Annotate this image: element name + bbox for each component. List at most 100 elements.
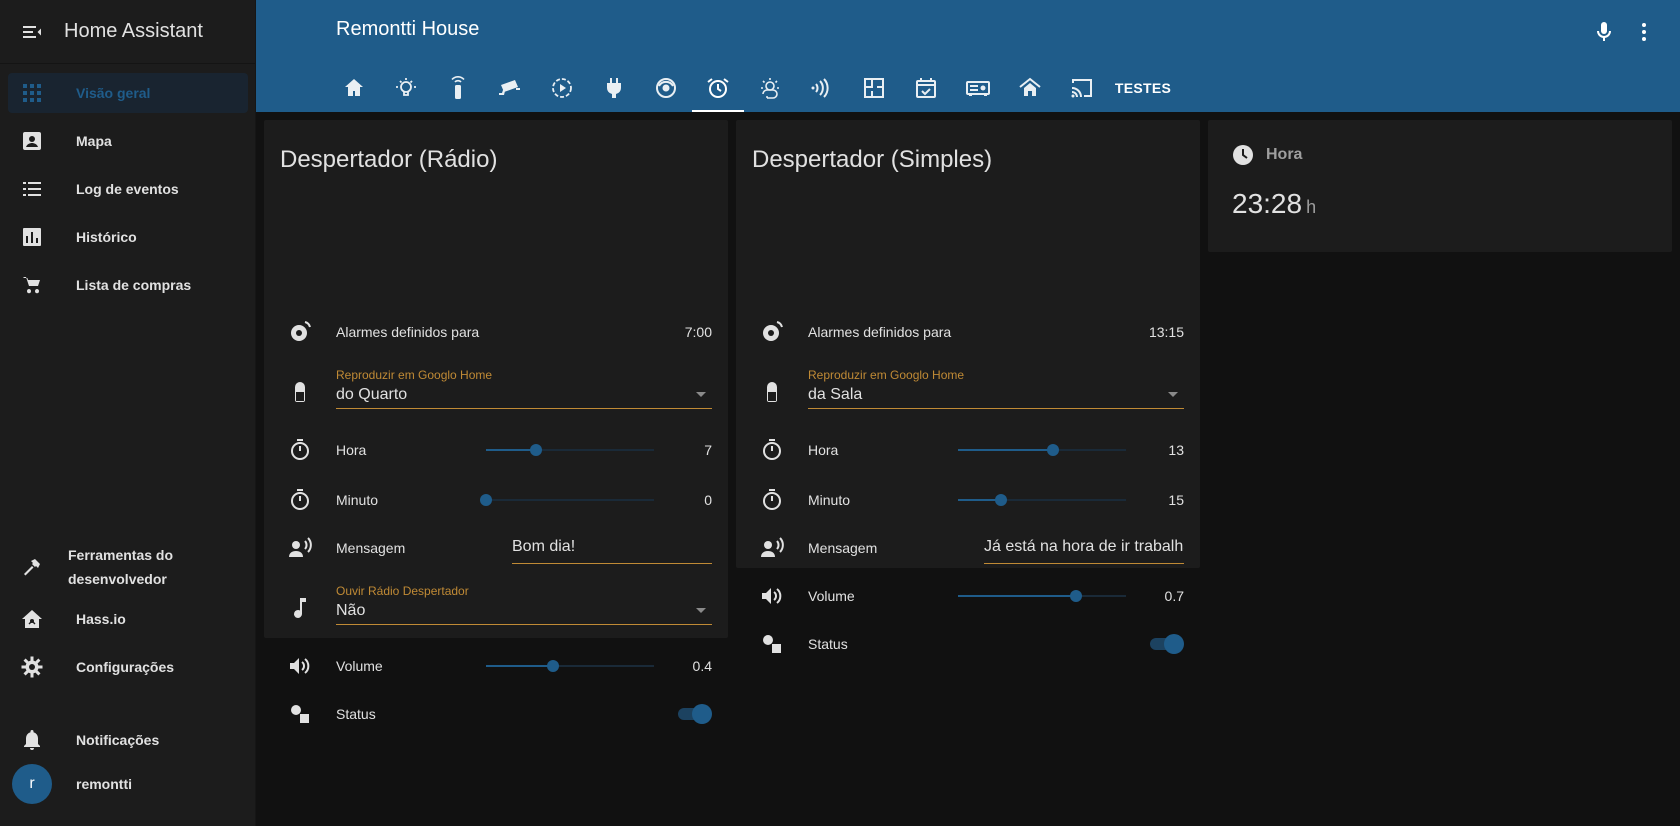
sidebar-item-mapa[interactable]: Mapa (8, 121, 248, 161)
dropdown-arrow-icon[interactable] (696, 392, 706, 397)
tab-home-icon[interactable] (328, 64, 380, 112)
volume-slider[interactable] (958, 586, 1126, 606)
tab-cast-icon[interactable] (1056, 64, 1108, 112)
tab-play-circle-icon[interactable] (536, 64, 588, 112)
sidebar-item-user[interactable]: r remontti (12, 764, 252, 804)
tab-alarm-icon[interactable] (692, 64, 744, 112)
slider-knob[interactable] (480, 494, 492, 506)
sidebar-item-notificacoes[interactable]: Notificações (8, 720, 248, 760)
entity-row-select-google-home[interactable]: Reproduzir em Googlo Home do Quarto (280, 368, 712, 414)
entity-row-hora[interactable]: Hora 7 (280, 430, 712, 470)
entity-row-volume[interactable]: Volume 0.4 (280, 646, 712, 686)
sidebar-item-label: Log de eventos (76, 181, 179, 197)
entity-value: 7 (704, 442, 712, 458)
slider-knob[interactable] (1069, 590, 1082, 602)
hammer-icon (8, 547, 56, 587)
sidebar-item-label: Lista de compras (76, 277, 192, 293)
hora-slider[interactable] (486, 440, 654, 460)
entity-row-select-google-home[interactable]: Reproduzir em Googlo Home da Sala (752, 368, 1184, 414)
minuto-slider[interactable] (480, 490, 654, 510)
sidebar-item-ferramentas[interactable]: Ferramentas do desenvolvedor (8, 543, 248, 591)
sensor-header: Hora (1232, 144, 1302, 166)
card-hora[interactable]: Hora 23:28 h (1208, 120, 1672, 252)
sidebar: Home Assistant Visão geral Mapa Log de e… (0, 0, 256, 826)
sidebar-item-label: Histórico (76, 229, 137, 245)
minuto-slider[interactable] (958, 490, 1126, 510)
chart-box-icon (8, 217, 56, 257)
sidebar-item-visao-geral[interactable]: Visão geral (8, 73, 248, 113)
sensor-value: 23:28 (1232, 188, 1303, 219)
entity-row-mensagem[interactable]: Mensagem Bom dia! (280, 528, 712, 568)
entity-row-alarm[interactable]: Alarmes definidos para 7:00 (280, 312, 712, 352)
alarm-bell-icon (280, 312, 320, 352)
sidebar-item-hassio[interactable]: Hass.io (8, 599, 248, 639)
hora-slider[interactable] (958, 440, 1126, 460)
sidebar-item-lista-de-compras[interactable]: Lista de compras (8, 265, 248, 305)
tab-cctv-icon[interactable] (484, 64, 536, 112)
microphone-icon[interactable] (1588, 16, 1620, 48)
entity-name: Alarmes definidos para (336, 324, 480, 340)
select-value[interactable]: da Sala (808, 386, 862, 404)
app-title: Home Assistant (64, 20, 203, 42)
entity-row-volume[interactable]: Volume 0.7 (752, 576, 1184, 616)
volume-slider[interactable] (486, 656, 654, 676)
tab-nfc-icon[interactable] (796, 64, 848, 112)
entity-name: Status (808, 636, 848, 652)
dropdown-arrow-icon[interactable] (1168, 392, 1178, 397)
sidebar-item-label: Ferramentas do desenvolvedor (68, 547, 174, 587)
card-title: Despertador (Rádio) (280, 146, 498, 173)
entity-value: 0.7 (1164, 588, 1184, 604)
account-voice-icon (752, 528, 792, 568)
tab-remote-icon[interactable] (432, 64, 484, 112)
sidebar-item-log-de-eventos[interactable]: Log de eventos (8, 169, 248, 209)
user-name: remontti (76, 776, 132, 792)
top-app-bar: Remontti House TESTES (256, 0, 1680, 112)
mensagem-input[interactable]: Bom dia! (512, 536, 712, 564)
slider-knob[interactable] (1046, 444, 1059, 456)
entity-row-minuto[interactable]: Minuto 0 (280, 480, 712, 520)
card-despertador-simples: Despertador (Simples) Alarmes definidos … (736, 120, 1200, 654)
dropdown-arrow-icon[interactable] (696, 608, 706, 613)
tab-robot-vacuum-icon[interactable] (640, 64, 692, 112)
entity-row-alarm[interactable]: Alarmes definidos para 13:15 (752, 312, 1184, 352)
slider-knob[interactable] (530, 444, 543, 456)
tab-calendar-check-icon[interactable] (900, 64, 952, 112)
entity-name: Minuto (808, 492, 851, 508)
google-home-icon (280, 372, 320, 412)
entity-row-status[interactable]: Status (280, 694, 712, 734)
tab-floor-plan-icon[interactable] (848, 64, 900, 112)
tab-lightbulb-icon[interactable] (380, 64, 432, 112)
gear-icon (8, 647, 56, 687)
entity-row-minuto[interactable]: Minuto 15 (752, 480, 1184, 520)
status-toggle[interactable] (676, 704, 712, 724)
sidebar-item-historico[interactable]: Histórico (8, 217, 248, 257)
format-list-bulleted-icon (8, 169, 56, 209)
card-title: Despertador (Simples) (752, 146, 993, 173)
entity-row-select-radio[interactable]: Ouvir Rádio Despertador Não (280, 584, 712, 630)
mensagem-input[interactable]: Já está na hora de ir trabalhar (984, 536, 1184, 564)
sidebar-item-configuracoes[interactable]: Configurações (8, 647, 248, 687)
select-underline (808, 408, 1184, 409)
timer-icon (280, 430, 320, 470)
entity-value: 13 (1168, 442, 1184, 458)
bell-icon (8, 720, 56, 760)
entity-row-hora[interactable]: Hora 13 (752, 430, 1184, 470)
tab-weather-icon[interactable] (744, 64, 796, 112)
tab-power-plug-icon[interactable] (588, 64, 640, 112)
entity-row-mensagem[interactable]: Mensagem Já está na hora de ir trabalhar (752, 528, 1184, 568)
tab-receiver-icon[interactable] (952, 64, 1004, 112)
slider-knob[interactable] (994, 494, 1007, 506)
select-value[interactable]: Não (336, 602, 365, 620)
tab-home-roof-icon[interactable] (1004, 64, 1056, 112)
tab-testes[interactable]: TESTES (1108, 64, 1178, 112)
sidebar-header: Home Assistant (0, 0, 255, 64)
entity-row-status[interactable]: Status (752, 624, 1184, 664)
menu-collapse-icon[interactable] (0, 0, 64, 64)
slider-knob[interactable] (547, 660, 560, 672)
volume-high-icon (752, 576, 792, 616)
avatar: r (12, 764, 52, 804)
status-toggle[interactable] (1148, 634, 1184, 654)
clock-icon (1232, 144, 1254, 166)
select-value[interactable]: do Quarto (336, 386, 407, 404)
more-vert-icon[interactable] (1628, 16, 1660, 48)
